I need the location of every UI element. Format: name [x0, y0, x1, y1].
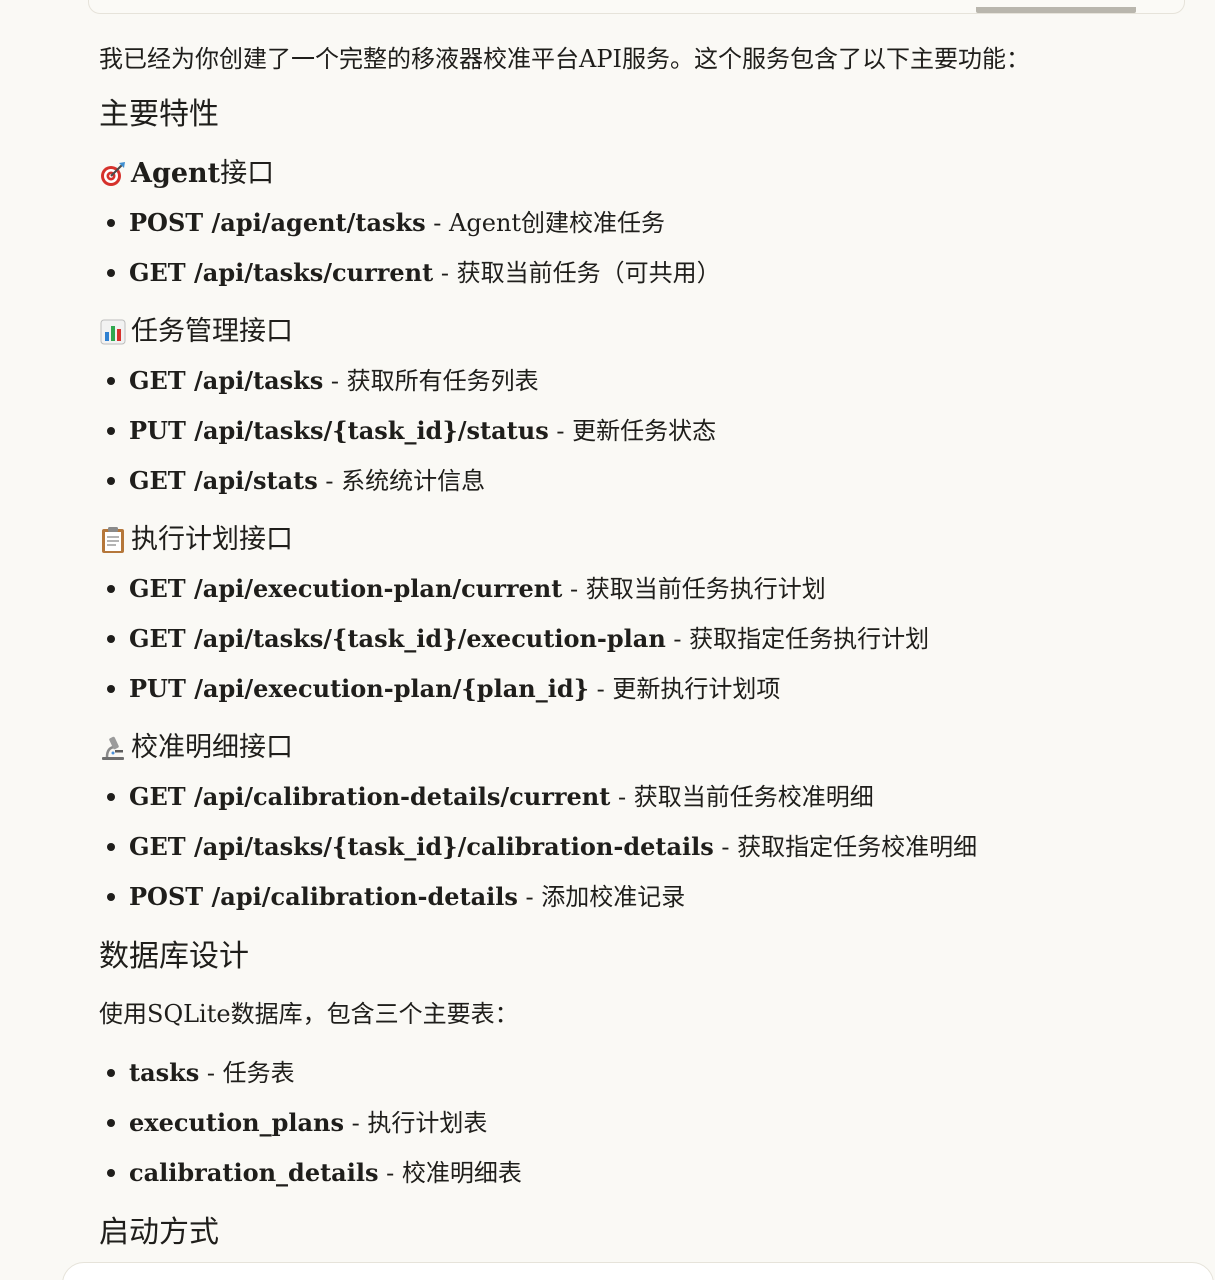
endpoint-path: GET /api/tasks/{task_id}/execution-plan [129, 624, 666, 653]
endpoint-path: GET /api/tasks/current [129, 258, 434, 287]
list-item: GET /api/stats - 系统统计信息 [99, 456, 1139, 506]
endpoint-desc: - 获取所有任务列表 [323, 367, 539, 395]
card-scroll-indicator [976, 7, 1136, 13]
section-heading-agent: Agent 接口 [99, 152, 1139, 196]
list-item: GET /api/calibration-details/current - 获… [99, 772, 1139, 822]
endpoint-desc: - 获取当前任务校准明细 [610, 783, 874, 811]
intro-text: 我已经为你创建了一个完整的移液器校准平台API服务。这个服务包含了以下主要功能： [99, 45, 1030, 73]
table-desc: - 校准明细表 [378, 1159, 522, 1187]
target-icon [101, 162, 125, 186]
endpoint-path: GET /api/stats [129, 466, 318, 495]
microscope-icon [102, 736, 124, 760]
database-intro: 使用SQLite数据库，包含三个主要表： [99, 1000, 519, 1028]
database-table-list: tasks - 任务表 execution_plans - 执行计划表 cali… [99, 1048, 1139, 1198]
endpoint-list-agent: POST /api/agent/tasks - Agent创建校准任务 GET … [99, 198, 1139, 298]
endpoint-list-task-management: GET /api/tasks - 获取所有任务列表 PUT /api/tasks… [99, 356, 1139, 506]
section-heading-execution-plan: 执行计划接口 [99, 518, 1139, 562]
clipboard-icon [102, 527, 124, 553]
section-title: 任务管理接口 [131, 316, 293, 347]
endpoint-path: GET /api/tasks [129, 366, 324, 395]
previous-message-card [88, 0, 1185, 14]
section-title: 接口 [220, 158, 275, 189]
list-item: PUT /api/execution-plan/{plan_id} - 更新执行… [99, 664, 1139, 714]
endpoint-path: PUT /api/execution-plan/{plan_id} [129, 674, 590, 703]
endpoint-desc: - 获取指定任务执行计划 [665, 625, 930, 653]
list-item: GET /api/tasks/{task_id}/calibration-det… [99, 822, 1139, 872]
endpoint-path: GET /api/execution-plan/current [129, 574, 563, 603]
table-name: tasks [129, 1058, 200, 1087]
bar-chart-icon [100, 319, 126, 345]
endpoint-desc: - 添加校准记录 [517, 883, 686, 911]
section-heading-calibration-details: 校准明细接口 [99, 726, 1139, 770]
list-item: POST /api/calibration-details - 添加校准记录 [99, 872, 1139, 922]
endpoint-desc: - 获取当前任务执行计划 [562, 575, 826, 603]
list-item: calibration_details - 校准明细表 [99, 1148, 1139, 1198]
chat-input-box[interactable] [62, 1262, 1214, 1280]
table-name: calibration_details [129, 1158, 379, 1187]
database-heading: 数据库设计 [99, 939, 249, 974]
section-title: 校准明细接口 [131, 732, 293, 763]
endpoint-path: GET /api/calibration-details/current [129, 782, 611, 811]
endpoint-desc: - 获取指定任务校准明细 [713, 833, 978, 861]
list-item: GET /api/tasks/current - 获取当前任务（可共用） [99, 248, 1139, 298]
endpoint-desc: - 获取当前任务（可共用） [433, 259, 721, 287]
list-item: execution_plans - 执行计划表 [99, 1098, 1139, 1148]
endpoint-desc: - Agent创建校准任务 [425, 209, 666, 237]
table-name: execution_plans [129, 1108, 344, 1137]
endpoint-path: POST /api/agent/tasks [129, 208, 426, 237]
list-item: GET /api/tasks - 获取所有任务列表 [99, 356, 1139, 406]
section-title: 执行计划接口 [131, 524, 293, 555]
list-item: tasks - 任务表 [99, 1048, 1139, 1098]
endpoint-desc: - 更新任务状态 [548, 417, 717, 445]
endpoint-desc: - 系统统计信息 [317, 467, 486, 495]
list-item: POST /api/agent/tasks - Agent创建校准任务 [99, 198, 1139, 248]
section-heading-task-management: 任务管理接口 [99, 310, 1139, 354]
startup-heading: 启动方式 [99, 1215, 219, 1250]
features-heading: 主要特性 [99, 97, 219, 132]
endpoint-desc: - 更新执行计划项 [589, 675, 781, 703]
endpoint-list-execution-plan: GET /api/execution-plan/current - 获取当前任务… [99, 564, 1139, 714]
assistant-message: 我已经为你创建了一个完整的移液器校准平台API服务。这个服务包含了以下主要功能：… [99, 40, 1139, 1270]
endpoint-path: POST /api/calibration-details [129, 882, 518, 911]
list-item: PUT /api/tasks/{task_id}/status - 更新任务状态 [99, 406, 1139, 456]
table-desc: - 任务表 [199, 1059, 295, 1087]
endpoint-path: PUT /api/tasks/{task_id}/status [129, 416, 549, 445]
list-item: GET /api/execution-plan/current - 获取当前任务… [99, 564, 1139, 614]
endpoint-list-calibration-details: GET /api/calibration-details/current - 获… [99, 772, 1139, 922]
list-item: GET /api/tasks/{task_id}/execution-plan … [99, 614, 1139, 664]
endpoint-path: GET /api/tasks/{task_id}/calibration-det… [129, 832, 714, 861]
section-title-en: Agent [131, 158, 221, 189]
table-desc: - 执行计划表 [343, 1109, 488, 1137]
